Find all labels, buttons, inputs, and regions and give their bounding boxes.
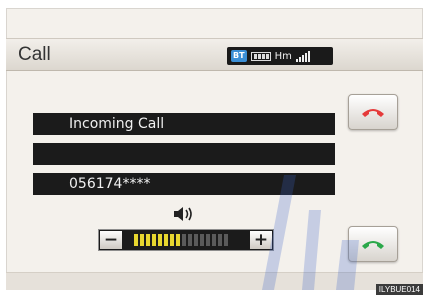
volume-down-button[interactable]: − — [100, 231, 122, 249]
hang-up-button[interactable] — [348, 94, 398, 130]
volume-segment — [146, 234, 150, 246]
battery-icon — [250, 51, 271, 61]
call-status-field: Incoming Call — [33, 113, 335, 135]
hang-up-icon — [362, 109, 384, 117]
volume-level-bar — [134, 234, 228, 246]
volume-segment — [188, 234, 192, 246]
home-network-indicator: Hm — [274, 50, 292, 62]
header-bar — [6, 38, 423, 71]
volume-segment — [212, 234, 216, 246]
volume-segment — [182, 234, 186, 246]
volume-segment — [152, 234, 156, 246]
bluetooth-icon: BT — [231, 50, 247, 62]
volume-segment — [218, 234, 222, 246]
volume-segment — [176, 234, 180, 246]
volume-segment — [158, 234, 162, 246]
watermark-logo — [262, 175, 359, 290]
volume-segment — [134, 234, 138, 246]
status-indicators: BT Hm — [227, 47, 333, 65]
volume-segment — [164, 234, 168, 246]
speaker-volume-icon — [172, 205, 194, 227]
volume-segment — [200, 234, 204, 246]
caller-name-field — [33, 143, 335, 165]
volume-segment — [170, 234, 174, 246]
signal-strength-icon — [295, 50, 310, 62]
volume-segment — [140, 234, 144, 246]
screen-title: Call — [18, 44, 51, 65]
volume-segment — [206, 234, 210, 246]
volume-segment — [194, 234, 198, 246]
